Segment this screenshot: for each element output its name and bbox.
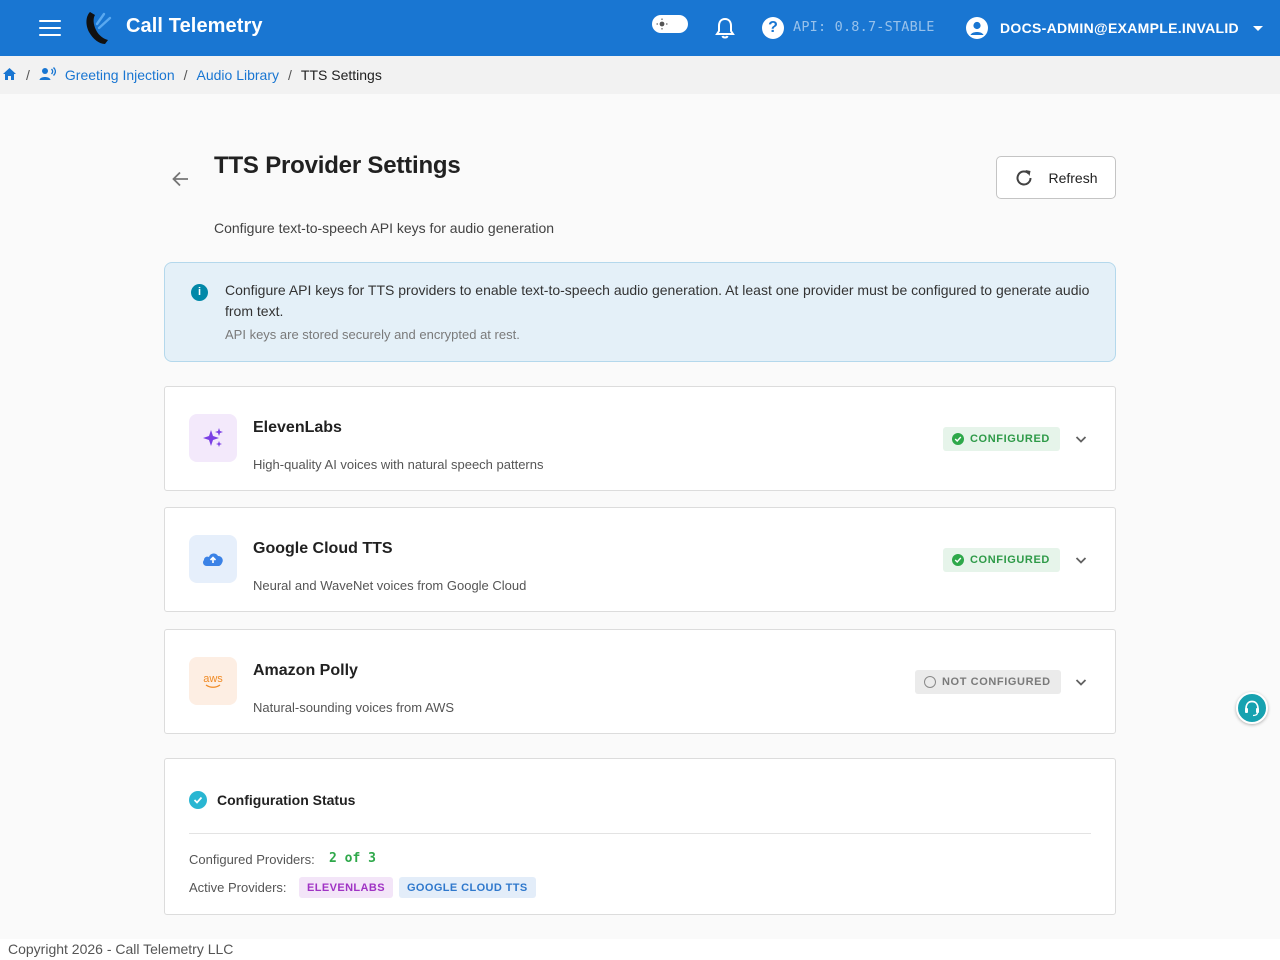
chevron-down-icon[interactable] bbox=[1073, 431, 1089, 447]
provider-card-amazon-polly[interactable]: aws Amazon Polly Natural-sounding voices… bbox=[164, 629, 1116, 734]
chevron-down-icon bbox=[1252, 25, 1263, 31]
chevron-down-icon[interactable] bbox=[1073, 552, 1089, 568]
provider-card-google-cloud-tts[interactable]: Google Cloud TTS Neural and WaveNet voic… bbox=[164, 507, 1116, 612]
check-circle-icon bbox=[952, 554, 964, 566]
breadcrumb-current: TTS Settings bbox=[300, 67, 382, 83]
breadcrumb-separator: / bbox=[183, 67, 188, 83]
status-title: Configuration Status bbox=[217, 792, 356, 808]
user-email: DOCS-ADMIN@EXAMPLE.INVALID bbox=[1000, 20, 1239, 36]
breadcrumb-separator: / bbox=[288, 67, 292, 83]
provider-card-elevenlabs[interactable]: ElevenLabs High-quality AI voices with n… bbox=[164, 386, 1116, 491]
breadcrumb-audio-library[interactable]: Audio Library bbox=[197, 67, 280, 83]
greeting-injection-icon[interactable] bbox=[39, 66, 56, 84]
sun-icon bbox=[654, 16, 670, 32]
status-badge-label: CONFIGURED bbox=[970, 433, 1050, 445]
theme-toggle[interactable] bbox=[652, 15, 688, 33]
breadcrumb: / Greeting Injection / Audio Library / T… bbox=[0, 56, 1280, 94]
user-menu[interactable]: DOCS-ADMIN@EXAMPLE.INVALID bbox=[966, 14, 1263, 42]
breadcrumb-greeting-injection[interactable]: Greeting Injection bbox=[65, 67, 175, 83]
status-badge: NOT CONFIGURED bbox=[915, 670, 1061, 694]
configured-providers-label: Configured Providers: bbox=[189, 852, 315, 867]
status-badge: CONFIGURED bbox=[943, 548, 1060, 572]
info-icon: i bbox=[191, 284, 208, 301]
info-text: Configure API keys for TTS providers to … bbox=[225, 282, 1090, 319]
hamburger-menu-icon[interactable] bbox=[36, 16, 64, 40]
sparkle-icon bbox=[189, 414, 237, 462]
provider-name: Google Cloud TTS bbox=[253, 540, 393, 557]
provider-description: Natural-sounding voices from AWS bbox=[253, 700, 455, 715]
app-bar: Call Telemetry ? API: 0.8.7-STABLE DOCS-… bbox=[0, 0, 1280, 56]
aws-logo-text: aws bbox=[203, 672, 223, 685]
chevron-down-icon[interactable] bbox=[1073, 674, 1089, 690]
refresh-label: Refresh bbox=[1048, 169, 1098, 186]
aws-logo: aws bbox=[189, 657, 237, 705]
status-badge-label: CONFIGURED bbox=[970, 554, 1050, 566]
refresh-button[interactable]: Refresh bbox=[996, 156, 1116, 199]
bell-icon[interactable] bbox=[714, 16, 736, 40]
phone-logo-icon bbox=[84, 10, 116, 46]
api-version: API: 0.8.7-STABLE bbox=[793, 19, 935, 35]
help-icon[interactable]: ? bbox=[762, 17, 784, 39]
info-note: API keys are stored securely and encrypt… bbox=[225, 327, 520, 342]
breadcrumb-separator: / bbox=[26, 67, 30, 83]
account-circle-icon bbox=[966, 17, 988, 39]
footer-copyright: Copyright 2026 - Call Telemetry LLC bbox=[0, 939, 1280, 960]
info-alert: i Configure API keys for TTS providers t… bbox=[164, 262, 1116, 362]
active-provider-tags: ELEVENLABS GOOGLE CLOUD TTS bbox=[299, 877, 542, 898]
support-agent-icon[interactable] bbox=[1236, 692, 1268, 724]
page-title: TTS Provider Settings bbox=[214, 152, 461, 179]
divider bbox=[189, 833, 1091, 834]
configured-providers-count: 2 of 3 bbox=[329, 851, 376, 866]
home-icon[interactable] bbox=[2, 67, 17, 84]
active-provider-tag: ELEVENLABS bbox=[299, 877, 393, 898]
refresh-icon bbox=[1017, 169, 1032, 185]
empty-circle-icon bbox=[924, 676, 936, 688]
status-badge: CONFIGURED bbox=[943, 427, 1060, 451]
page-subtitle: Configure text-to-speech API keys for au… bbox=[214, 220, 555, 236]
provider-name: Amazon Polly bbox=[253, 662, 358, 679]
arrow-back-icon[interactable] bbox=[170, 168, 192, 190]
app-title[interactable]: Call Telemetry bbox=[126, 15, 263, 38]
check-circle-icon bbox=[189, 791, 207, 809]
active-providers-label: Active Providers: bbox=[189, 880, 287, 895]
provider-description: Neural and WaveNet voices from Google Cl… bbox=[253, 578, 527, 593]
check-circle-icon bbox=[952, 433, 964, 445]
active-provider-tag: GOOGLE CLOUD TTS bbox=[398, 877, 536, 898]
status-badge-label: NOT CONFIGURED bbox=[942, 676, 1051, 688]
provider-description: High-quality AI voices with natural spee… bbox=[253, 457, 544, 472]
cloud-icon bbox=[189, 535, 237, 583]
provider-name: ElevenLabs bbox=[253, 419, 342, 436]
configuration-status-card: Configuration Status Configured Provider… bbox=[164, 758, 1116, 915]
